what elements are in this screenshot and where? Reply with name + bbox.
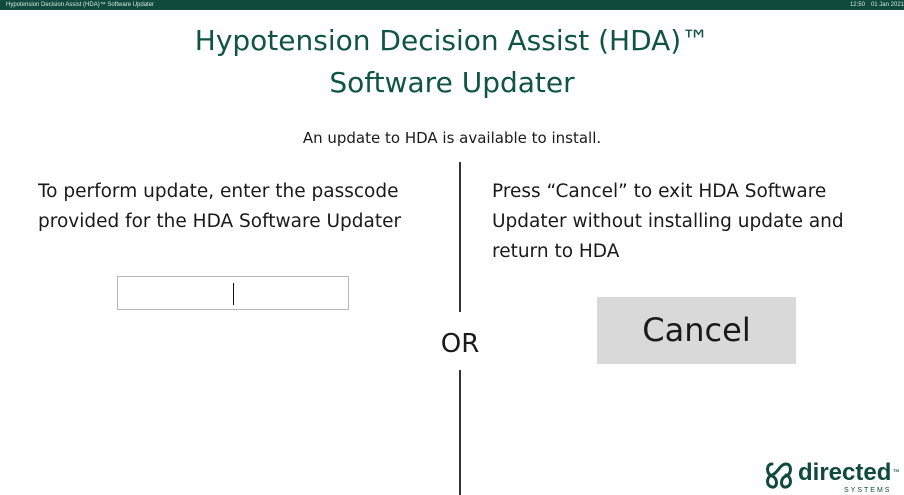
vertical-divider-bottom bbox=[459, 370, 461, 495]
update-available-message: An update to HDA is available to install… bbox=[302, 129, 602, 147]
clock: 12:50 01 Jan 2021 bbox=[850, 0, 904, 10]
page-title-line1: Hypotension Decision Assist (HDA)™ bbox=[194, 24, 710, 57]
page-title: Hypotension Decision Assist (HDA)™ Softw… bbox=[0, 20, 904, 104]
logo-subtext: SYSTEMS bbox=[844, 487, 892, 494]
window-titlebar: Hypotension Decision Assist (HDA)™ Softw… bbox=[0, 0, 904, 10]
cancel-instructions: Press “Cancel” to exit HDA Software Upda… bbox=[492, 181, 844, 262]
text-cursor bbox=[233, 283, 234, 305]
page-title-line2: Software Updater bbox=[329, 66, 575, 99]
interlocking-loops-icon bbox=[766, 462, 792, 489]
clock-time: 12:50 bbox=[849, 2, 865, 8]
passcode-instructions: To perform update, enter the passcode pr… bbox=[38, 181, 402, 232]
clock-date: 01 Jan 2021 bbox=[870, 2, 904, 8]
vertical-divider-top bbox=[459, 162, 461, 312]
logo-wordmark-text: directed bbox=[798, 459, 892, 486]
logo-wordmark: directed™ bbox=[798, 460, 899, 486]
passcode-input[interactable] bbox=[117, 276, 349, 310]
directed-systems-logo: directed™ SYSTEMS bbox=[764, 458, 904, 495]
cancel-button[interactable]: Cancel bbox=[597, 297, 796, 364]
window-title: Hypotension Decision Assist (HDA)™ Softw… bbox=[6, 2, 155, 8]
logo-trademark: ™ bbox=[892, 469, 900, 476]
or-separator: OR bbox=[440, 329, 480, 359]
